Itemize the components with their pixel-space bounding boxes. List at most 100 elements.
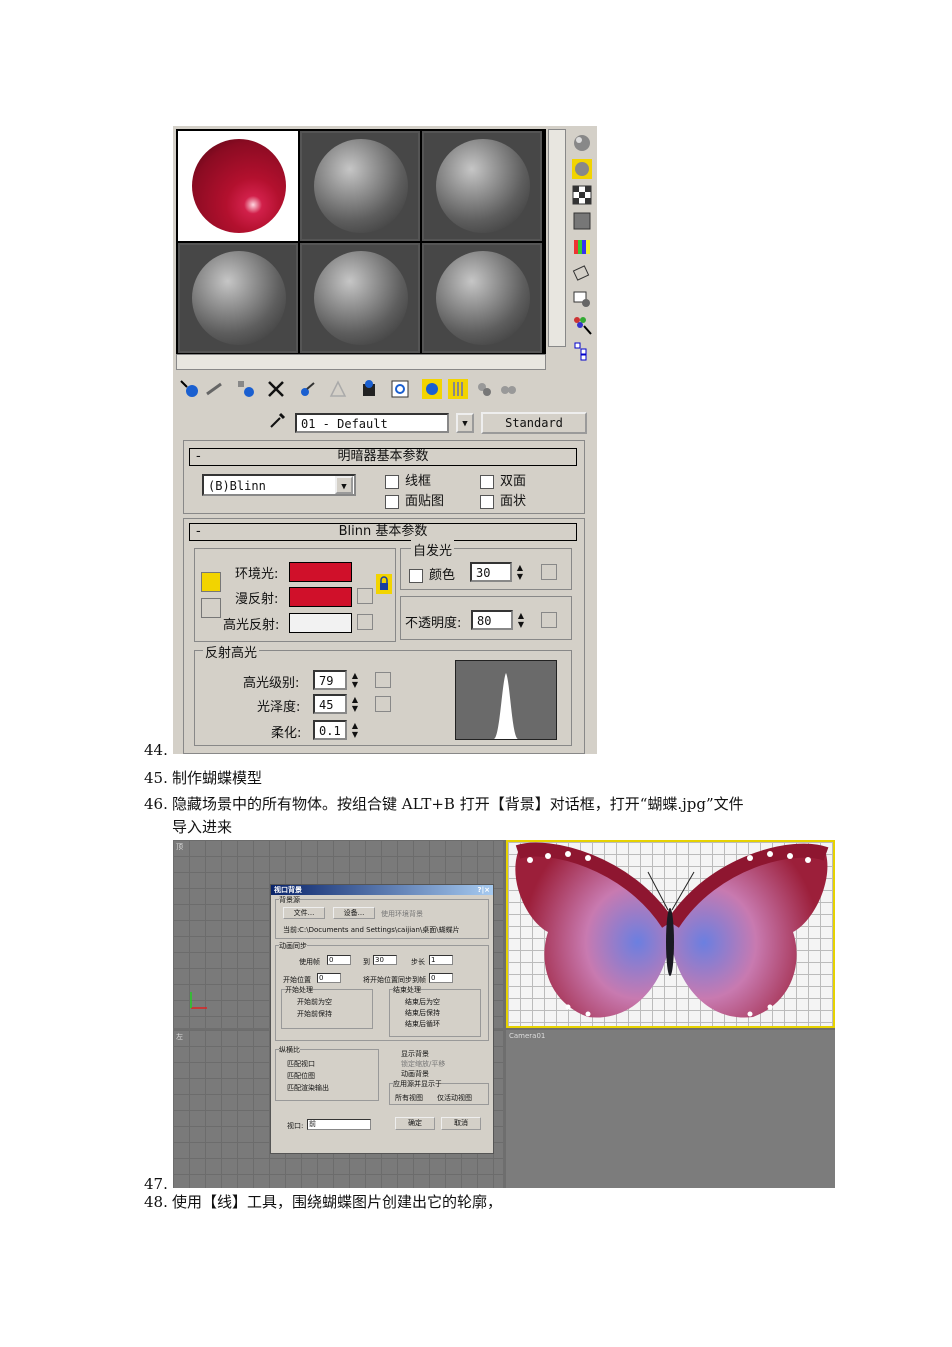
go-to-parent-icon[interactable] — [447, 378, 469, 400]
opacity-value-field[interactable]: 80 — [471, 610, 513, 630]
lock-zoom-checkbox[interactable]: 锁定缩放/平移 — [401, 1059, 445, 1069]
material-type-button[interactable]: Standard — [481, 412, 587, 434]
shader-dropdown[interactable]: (B)Blinn — [202, 474, 356, 496]
item-46: 46. 隐藏场景中的所有物体。按组合键 ALT+B 打开【背景】对话框，打开“蝴蝶… — [144, 795, 744, 813]
files-button[interactable]: 文件... — [283, 907, 325, 919]
self-illum-spinner[interactable]: ▲ ▼ — [515, 563, 525, 581]
faceted-checkbox[interactable]: 面状 — [480, 490, 526, 509]
soften-spinner[interactable]: ▲ ▼ — [350, 721, 360, 739]
material-name-field[interactable]: 01 - Default — [295, 413, 449, 433]
wire-checkbox[interactable]: 线框 — [385, 470, 431, 489]
options-icon[interactable] — [571, 288, 593, 310]
sample-slot-3[interactable] — [422, 131, 542, 241]
self-illum-color-checkbox[interactable]: 颜色 — [409, 564, 455, 583]
select-by-material-icon[interactable] — [571, 314, 593, 336]
glossiness-spinner[interactable]: ▲ ▼ — [350, 695, 360, 713]
sample-slot-1[interactable] — [178, 131, 298, 241]
diffuse-map-button[interactable] — [357, 588, 373, 604]
soften-field[interactable]: 0.1 — [313, 720, 347, 740]
video-color-check-icon[interactable] — [571, 236, 593, 258]
glossiness-map-button[interactable] — [375, 696, 391, 712]
slots-vertical-scrollbar[interactable] — [548, 129, 566, 347]
diffuse-color-swatch[interactable] — [289, 587, 352, 607]
end-blank-radio[interactable]: 结束后为空 — [405, 997, 440, 1007]
spec-level-field[interactable]: 79 — [313, 670, 347, 690]
two-sided-checkbox[interactable]: 双面 — [480, 470, 526, 489]
opacity-spinner[interactable]: ▲ ▼ — [516, 611, 526, 629]
pick-material-eyedropper-icon[interactable] — [268, 410, 288, 430]
get-material-icon[interactable] — [179, 378, 201, 400]
aspect-title: 纵横比 — [279, 1045, 300, 1055]
devices-button[interactable]: 设备... — [333, 907, 375, 919]
put-to-scene-icon[interactable] — [203, 378, 225, 400]
sample-slot-5[interactable] — [300, 243, 420, 353]
self-illum-map-button[interactable] — [541, 564, 557, 580]
step-field[interactable]: 1 — [429, 955, 453, 965]
lock-ambient-diffuse-map-icon[interactable] — [201, 572, 221, 592]
checker-background-icon[interactable] — [571, 184, 593, 206]
ok-button[interactable]: 确定 — [395, 1117, 435, 1130]
put-to-library-icon[interactable] — [327, 378, 349, 400]
end-loop-radio[interactable]: 结束后循环 — [405, 1019, 440, 1029]
slots-horizontal-scrollbar[interactable] — [176, 354, 546, 370]
material-name-dropdown[interactable]: ▼ — [456, 413, 474, 433]
highlight-curve-graph — [455, 660, 557, 740]
dialog-help-close-buttons[interactable]: ?|× — [478, 885, 490, 895]
spec-level-map-button[interactable] — [375, 672, 391, 688]
start-at-field[interactable]: 0 — [317, 973, 341, 983]
glossiness-field[interactable]: 45 — [313, 694, 347, 714]
sync-start-field[interactable]: 0 — [429, 973, 453, 983]
lock-icon[interactable] — [376, 574, 392, 594]
lock-diffuse-specular-map-icon[interactable] — [201, 598, 221, 618]
start-blank-radio[interactable]: 开始前为空 — [297, 997, 332, 1007]
sample-slot-6[interactable] — [422, 243, 542, 353]
show-end-result-icon[interactable] — [421, 378, 443, 400]
opacity-map-button[interactable] — [541, 612, 557, 628]
assign-to-selection-icon[interactable] — [235, 378, 257, 400]
specular-map-button[interactable] — [357, 614, 373, 630]
animate-bg-checkbox[interactable]: 动画背景 — [401, 1069, 429, 1079]
go-forward-to-sibling-icon[interactable] — [473, 378, 495, 400]
all-views-radio[interactable]: 所有视图 — [395, 1093, 423, 1103]
face-map-checkbox[interactable]: 面贴图 — [385, 490, 444, 509]
make-unique-icon[interactable] — [297, 378, 319, 400]
show-map-in-viewport-icon[interactable] — [389, 378, 411, 400]
shader-rollout-header[interactable]: - 明暗器基本参数 — [189, 448, 577, 466]
spec-level-spinner[interactable]: ▲ ▼ — [350, 671, 360, 689]
gray-sphere — [314, 139, 408, 233]
shader-rollout-title: 明暗器基本参数 — [337, 449, 429, 464]
spec-level-label: 高光级别: — [243, 676, 300, 691]
sample-slot-4[interactable] — [178, 243, 298, 353]
material-map-icon[interactable] — [497, 378, 519, 400]
start-hold-radio[interactable]: 开始前保持 — [297, 1009, 332, 1019]
sample-uv-tiling-icon[interactable] — [571, 210, 593, 232]
camera-viewport[interactable]: Camera01 — [506, 1030, 835, 1188]
match-render-radio[interactable]: 匹配渲染输出 — [287, 1083, 329, 1093]
material-map-navigator-icon[interactable] — [571, 340, 593, 362]
front-viewport-butterfly[interactable] — [506, 840, 835, 1028]
use-frame-from-field[interactable]: 0 — [327, 955, 351, 965]
shader-dropdown-arrow[interactable]: ▼ — [335, 476, 353, 494]
match-bitmap-radio[interactable]: 匹配位图 — [287, 1071, 315, 1081]
match-viewport-radio[interactable]: 匹配视口 — [287, 1059, 315, 1069]
cancel-button[interactable]: 取消 — [441, 1117, 481, 1130]
viewport-select[interactable]: 前 — [307, 1119, 371, 1130]
active-only-radio[interactable]: 仅活动视图 — [437, 1093, 472, 1103]
use-frame-to-field[interactable]: 30 — [373, 955, 397, 965]
ambient-color-swatch[interactable] — [289, 562, 352, 582]
item-44: 44. — [144, 741, 168, 759]
specular-color-swatch[interactable] — [289, 613, 352, 633]
sample-type-sphere-icon[interactable] — [571, 132, 593, 154]
viewport-label: 视口: — [287, 1122, 304, 1130]
reset-map-icon[interactable] — [265, 378, 287, 400]
blinn-rollout-header[interactable]: - Blinn 基本参数 — [189, 523, 577, 541]
display-bg-checkbox[interactable]: 显示背景 — [401, 1049, 429, 1059]
sample-slot-2[interactable] — [300, 131, 420, 241]
material-effects-channel-icon[interactable] — [359, 378, 381, 400]
self-illum-value-field[interactable]: 30 — [470, 562, 512, 582]
make-preview-icon[interactable] — [571, 262, 593, 284]
backlight-icon[interactable] — [571, 158, 593, 180]
end-hold-radio[interactable]: 结束后保持 — [405, 1008, 440, 1018]
camera-viewport-label: Camera01 — [509, 1032, 546, 1040]
use-env-bg-checkbox[interactable]: 使用环境背景 — [381, 909, 423, 919]
